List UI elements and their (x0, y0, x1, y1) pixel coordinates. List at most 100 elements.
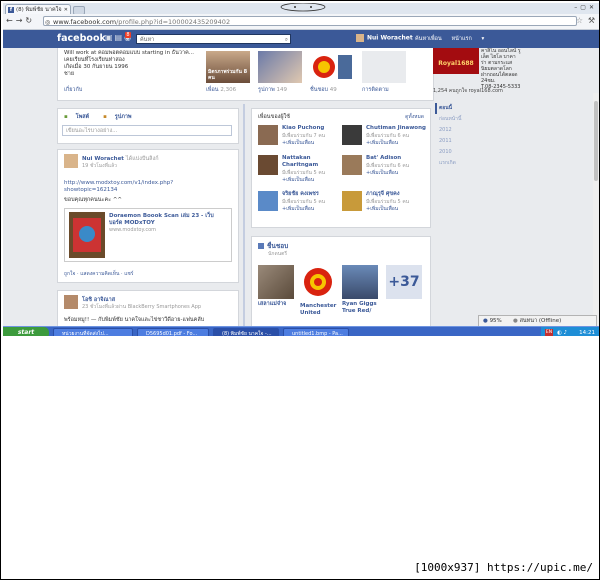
friend-avatar[interactable] (258, 125, 278, 145)
browser-tab[interactable]: f (8) พิมพ์ชัย นาคใจ ✕ (5, 4, 71, 14)
add-friend-button[interactable]: +เพิ่มเป็นเพื่อน (282, 139, 314, 147)
language-indicator[interactable]: EN (545, 329, 553, 336)
tray-icons[interactable]: ◐ ♪ (557, 327, 567, 336)
year-2010[interactable]: 2010 (435, 147, 485, 158)
friends-tile[interactable]: มิตรภาพร่วมกัน 8 คน (206, 51, 250, 83)
friend-avatar[interactable] (258, 191, 278, 211)
scrollbar-thumb[interactable] (594, 101, 598, 181)
ad-image: Royal1688 (433, 48, 479, 74)
zoom-level[interactable]: ● 95% (483, 316, 502, 326)
add-friend-button[interactable]: +เพิ่มเป็นเพื่อน (366, 205, 398, 213)
friend-avatar[interactable] (342, 155, 362, 175)
post2-meta: 23 ชั่วโมงที่แล้วผ่าน BlackBerry Smartph… (82, 304, 202, 310)
friend-avatar[interactable] (258, 155, 278, 175)
year-2011[interactable]: 2011 (435, 136, 485, 147)
windows-taskbar: start หน่วยงานที่จัดส่งไป... D5695d01.pd… (3, 326, 599, 336)
manchester-united-crest-icon (313, 55, 352, 79)
year-2012[interactable]: 2012 (435, 125, 485, 136)
task-button[interactable]: untitled1.bmp - Pa... (283, 328, 349, 336)
image-caption: [1000x937] https://upic.me/ (414, 561, 593, 574)
year-earlier[interactable]: ก่อนหน้านี้ (435, 114, 485, 125)
task-button[interactable]: D5695d01.pdf - Fo... (137, 328, 209, 336)
manchester-united-crest-icon[interactable] (300, 265, 336, 299)
tile-label-friends[interactable]: เพื่อน 2,306 (206, 86, 236, 94)
composer-input[interactable]: เขียนอะไรบางอย่าง... (62, 125, 232, 136)
friend-avatar[interactable] (342, 191, 362, 211)
photos-tile[interactable] (258, 51, 302, 83)
close-tab-icon[interactable]: ✕ (64, 5, 68, 14)
settings-dropdown-icon[interactable]: ▾ (482, 36, 485, 42)
shared-link-preview[interactable]: Doraemon Boook Scan เล่ม 23 - เว็บบอร์ด … (64, 208, 232, 262)
browser-window: f (8) พิมพ์ชัย นาคใจ ✕ –▢✕ ←→↻ ◎ www.fac… (3, 3, 599, 336)
ad-likes: 1,254 คนถูกใจ royal168.com (433, 88, 503, 94)
friend-avatar[interactable] (342, 125, 362, 145)
wrench-icon[interactable]: ⚒ (588, 16, 595, 25)
nav-home[interactable]: หน้าแรก (451, 36, 471, 42)
facebook-logo[interactable]: facebook (57, 33, 106, 44)
about-born: เกิดเมื่อ 30 กันยายน 1996 (64, 64, 129, 70)
about-school: เคยเรียนที่โรงเรียนท่าสอง (64, 57, 125, 63)
nav-buttons[interactable]: ←→↻ (6, 16, 35, 25)
ad-text: คาสิโน ออนไลน์ รูเล็ต ไฮโล บาคาร่า ตามกร… (481, 48, 521, 90)
friend-item[interactable]: Kiao Puchong มีเพื่อนร่วมกัน 7 คน +เพิ่ม… (258, 125, 344, 149)
image-frame: f (8) พิมพ์ชัย นาคใจ ✕ –▢✕ ←→↻ ◎ www.fac… (0, 0, 600, 580)
friend-item[interactable]: ภาณุรุจี ศุขคง มีเพื่อนร่วมกัน 5 คน +เพิ… (342, 191, 428, 215)
start-button[interactable]: start (3, 327, 49, 336)
nav-find-friends[interactable]: ค้นหาเพื่อน (415, 36, 442, 42)
window-controls[interactable]: –▢✕ (574, 4, 597, 11)
cartoon-doodle-icon (280, 3, 326, 12)
task-button[interactable]: หน่วยงานที่จัดส่งไป... (53, 328, 133, 336)
year-now[interactable]: ตอนนี้ (435, 103, 485, 114)
post2-text: พร้อมหมู!! — กับพิมพ์ชัย นาคใจและไข่ชาวี… (64, 317, 205, 323)
chat-status[interactable]: ● สนทนา (Offline) (513, 316, 561, 326)
search-input[interactable]: ค้นหา ⌕ (136, 34, 291, 44)
post-time[interactable]: 19 ชั่วโมงที่แล้ว (82, 162, 117, 170)
friend-item[interactable]: Bat' Adison มีเพื่อนร่วมกัน 6 คน +เพิ่มเ… (342, 155, 428, 179)
composer-tab-photo[interactable]: ▪ รูปภาพ (103, 114, 137, 120)
tile-label-photos[interactable]: รูปภาพ 149 (258, 86, 287, 94)
more-likes-button[interactable]: +37 (386, 265, 422, 299)
about-link[interactable]: เกี่ยวกับ (64, 86, 82, 94)
friend-item[interactable]: Chutiman Jinawong มีเพื่อนร่วมกัน 6 คน +… (342, 125, 428, 149)
add-friend-button[interactable]: +เพิ่มเป็นเพื่อน (282, 176, 314, 184)
post-actions[interactable]: ถูกใจ · แสดงความคิดเห็น · แชร์ (64, 270, 134, 278)
add-friend-button[interactable]: +เพิ่มเป็นเพื่อน (366, 139, 398, 147)
address-bar-row: ←→↻ ◎ www.facebook.com/profile.php?id=10… (3, 14, 599, 30)
friend-item[interactable]: Nattakan Charitngam มีเพื่อนร่วมกัน 5 คน… (258, 155, 344, 183)
subscriptions-tile[interactable] (362, 51, 406, 83)
like-image[interactable] (342, 265, 378, 299)
share-title[interactable]: Doraemon Boook Scan เล่ม 23 - เว็บบอร์ด … (109, 213, 227, 227)
scrollbar[interactable] (593, 93, 599, 326)
like-item[interactable]: Ryan Giggs True Red/ (342, 265, 380, 315)
post-link[interactable]: http://www.modxtoy.com/v1/index.php?show… (64, 180, 184, 194)
likes-tile[interactable] (310, 51, 354, 83)
year-born[interactable]: แรกเกิด (435, 158, 485, 169)
friends-see-all[interactable]: ดูทั้งหมด (405, 113, 424, 121)
composer-tab-post[interactable]: ▪ โพสต์ (64, 114, 95, 120)
tab-title: (8) พิมพ์ชัย นาคใจ (16, 7, 62, 13)
post-author-avatar[interactable] (64, 154, 78, 168)
url-field[interactable]: ◎ www.facebook.com/profile.php?id=100002… (43, 16, 577, 26)
add-friend-button[interactable]: +เพิ่มเป็นเพื่อน (282, 205, 314, 213)
post2-author-avatar[interactable] (64, 295, 78, 309)
add-friend-button[interactable]: +เพิ่มเป็นเพื่อน (366, 169, 398, 177)
tile-label-likes[interactable]: ชื่นชอบ 49 (310, 86, 337, 94)
about-info: Will work at คอมพอตคอมแบบ starting in ธั… (64, 50, 194, 78)
thumbs-up-icon (258, 243, 264, 249)
profile-link[interactable]: Nui Worachet (356, 34, 413, 42)
bookmark-star-icon[interactable]: ☆ (576, 16, 583, 25)
top-nav: ค้นหาเพื่อน หน้าแรก ▾ (415, 35, 492, 43)
avatar (356, 34, 364, 42)
friend-item[interactable]: จริยชัย คงเพชร มีเพื่อนร่วมกัน 5 คน +เพิ… (258, 191, 344, 215)
tile-label-subscriptions[interactable]: การติดตาม (362, 86, 389, 94)
like-item[interactable]: Manchester United (300, 265, 338, 317)
task-button[interactable]: (8) พิมพ์ชัย นาคใจ -... (213, 328, 279, 336)
like-image[interactable] (258, 265, 294, 299)
facebook-bluebar: facebook ▣▤◉ 8 ค้นหา ⌕ Nui Worachet ค้นห… (3, 30, 599, 48)
tab-strip: f (8) พิมพ์ชัย นาคใจ ✕ –▢✕ (3, 3, 599, 15)
globe-icon: ◎ (45, 19, 51, 26)
notification-badge[interactable]: 8 (125, 32, 131, 38)
status-composer: ▪ โพสต์ ▪ รูปภาพ เขียนอะไรบางอย่าง... (57, 108, 239, 144)
search-icon[interactable]: ⌕ (285, 35, 288, 45)
like-item[interactable]: เสลาแม่จ๋าจ (258, 265, 296, 308)
